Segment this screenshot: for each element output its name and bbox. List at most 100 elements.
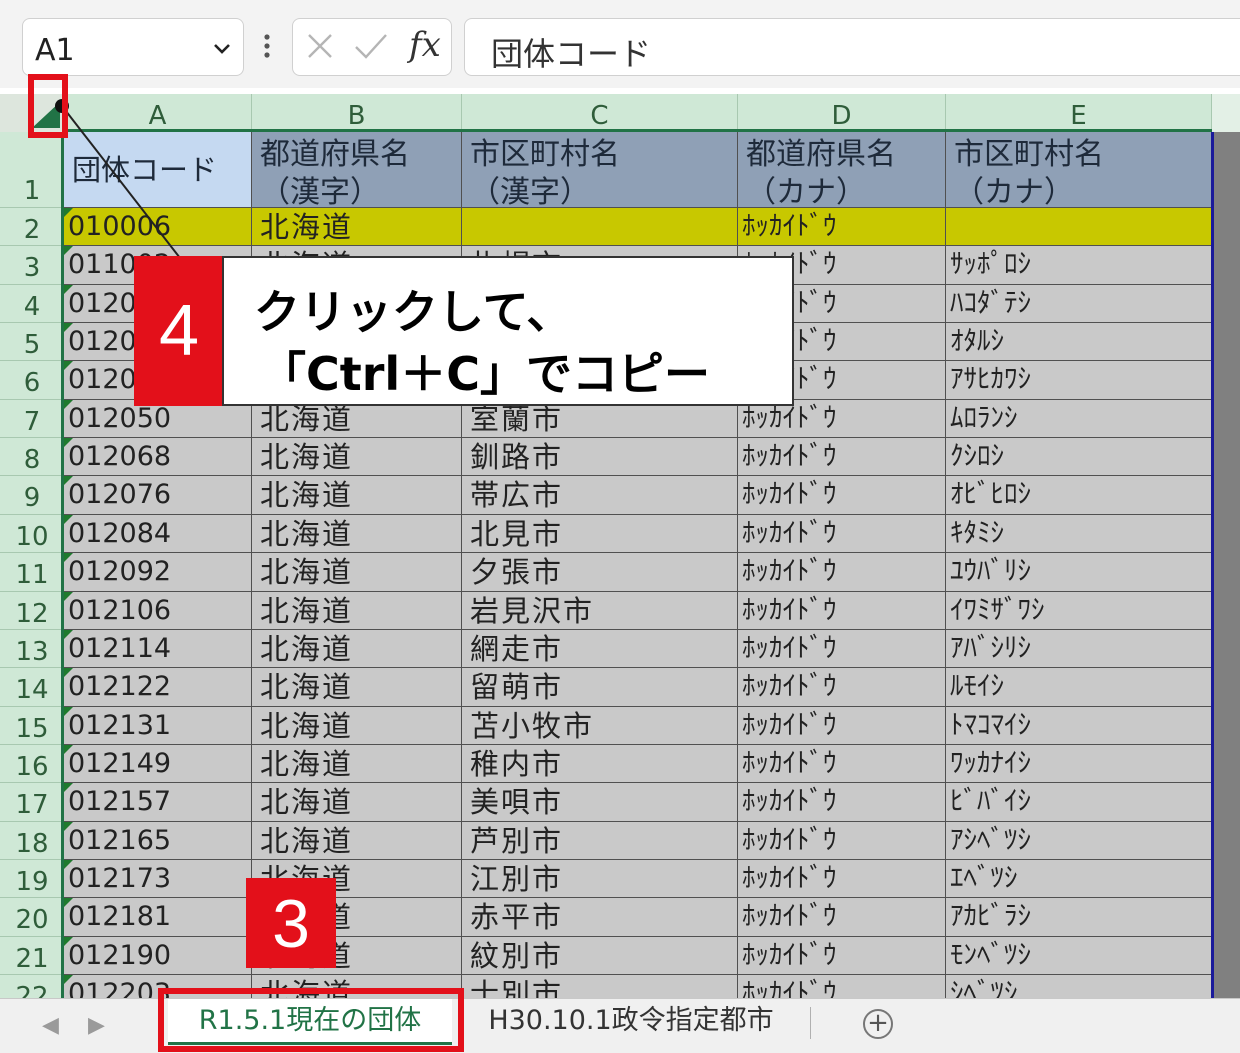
cell-b1[interactable]: 都道府県名 （漢字）	[252, 132, 462, 208]
formula-input[interactable]: 団体コード	[464, 18, 1240, 76]
cell-d[interactable]: ﾎｯｶｲﾄﾞｳ	[738, 476, 946, 515]
chevron-down-icon[interactable]	[211, 37, 233, 59]
cell-c[interactable]: 美唄市	[462, 783, 738, 822]
row-header[interactable]: 3	[0, 246, 64, 285]
row-header[interactable]: 18	[0, 822, 64, 860]
row-header-1[interactable]: 1	[0, 132, 64, 208]
row-header[interactable]: 19	[0, 860, 64, 898]
cell-e[interactable]: ﾓﾝﾍﾞﾂｼ	[946, 937, 1212, 975]
cell-e[interactable]: ｻｯﾎﾟﾛｼ	[946, 246, 1212, 285]
cell-e[interactable]: ｱｶﾋﾞﾗｼ	[946, 898, 1212, 937]
cell-a1[interactable]: 団体コード	[64, 132, 252, 208]
tab-scroll-left-icon[interactable]: ◀	[42, 1013, 59, 1038]
cell-c[interactable]: 赤平市	[462, 898, 738, 937]
cell-e[interactable]: ﾜｯｶﾅｲｼ	[946, 745, 1212, 783]
cell-d[interactable]: ﾎｯｶｲﾄﾞｳ	[738, 783, 946, 822]
cell-a[interactable]: 012092	[64, 553, 252, 592]
column-header-c[interactable]: C	[462, 94, 738, 132]
cell-e[interactable]: ｸｼﾛｼ	[946, 438, 1212, 476]
cell-e[interactable]: ﾕｳﾊﾞﾘｼ	[946, 553, 1212, 592]
row-header[interactable]: 14	[0, 668, 64, 707]
cell-d[interactable]: ﾎｯｶｲﾄﾞｳ	[738, 822, 946, 860]
cell-c1[interactable]: 市区町村名 （漢字）	[462, 132, 738, 208]
row-header[interactable]: 5	[0, 323, 64, 361]
cell-a[interactable]: 012190	[64, 937, 252, 975]
row-header[interactable]: 20	[0, 898, 64, 937]
cell-d[interactable]: ﾎｯｶｲﾄﾞｳ	[738, 745, 946, 783]
cell-b[interactable]: 北海道	[252, 745, 462, 783]
cell-a[interactable]: 012122	[64, 668, 252, 707]
cell-c[interactable]: 北見市	[462, 515, 738, 553]
cell-c[interactable]: 釧路市	[462, 438, 738, 476]
name-box[interactable]: A1	[22, 18, 244, 76]
row-header[interactable]: 13	[0, 630, 64, 668]
cell-c[interactable]	[462, 208, 738, 246]
cell-e[interactable]: ﾑﾛﾗﾝｼ	[946, 400, 1212, 438]
cell-a[interactable]: 012068	[64, 438, 252, 476]
cell-c[interactable]: 紋別市	[462, 937, 738, 975]
insert-function-button[interactable]: fx	[409, 25, 441, 65]
cell-c[interactable]: 稚内市	[462, 745, 738, 783]
row-header[interactable]: 21	[0, 937, 64, 975]
cell-d[interactable]: ﾎｯｶｲﾄﾞｳ	[738, 707, 946, 745]
sheet-tab-h30-10-1[interactable]: H30.10.1政令指定都市	[466, 999, 796, 1045]
cell-a[interactable]: 012165	[64, 822, 252, 860]
cell-a[interactable]: 012076	[64, 476, 252, 515]
cell-a[interactable]: 012114	[64, 630, 252, 668]
row-header[interactable]: 9	[0, 476, 64, 515]
cell-e[interactable]: ﾊｺﾀﾞﾃｼ	[946, 285, 1212, 323]
cell-c[interactable]: 留萌市	[462, 668, 738, 707]
cell-b[interactable]: 北海道	[252, 592, 462, 630]
cell-d[interactable]: ﾎｯｶｲﾄﾞｳ	[738, 860, 946, 898]
row-header[interactable]: 17	[0, 783, 64, 822]
cell-d[interactable]: ﾎｯｶｲﾄﾞｳ	[738, 208, 946, 246]
cell-d[interactable]: ﾎｯｶｲﾄﾞｳ	[738, 937, 946, 975]
row-header[interactable]: 6	[0, 361, 64, 400]
cell-d[interactable]: ﾎｯｶｲﾄﾞｳ	[738, 630, 946, 668]
cell-c[interactable]: 苫小牧市	[462, 707, 738, 745]
cell-d[interactable]: ﾎｯｶｲﾄﾞｳ	[738, 898, 946, 937]
cell-b[interactable]: 北海道	[252, 208, 462, 246]
enter-check-icon[interactable]	[353, 31, 389, 61]
add-sheet-icon[interactable]: +	[863, 1009, 893, 1039]
row-header[interactable]: 7	[0, 400, 64, 438]
row-header[interactable]: 8	[0, 438, 64, 476]
column-header-a[interactable]: A	[64, 94, 252, 132]
cancel-icon[interactable]	[305, 31, 335, 61]
cell-d[interactable]: ﾎｯｶｲﾄﾞｳ	[738, 438, 946, 476]
cell-c[interactable]: 岩見沢市	[462, 592, 738, 630]
cell-c[interactable]: 帯広市	[462, 476, 738, 515]
cell-e[interactable]: ｵﾋﾞﾋﾛｼ	[946, 476, 1212, 515]
cell-d[interactable]: ﾎｯｶｲﾄﾞｳ	[738, 515, 946, 553]
cell-b[interactable]: 北海道	[252, 707, 462, 745]
cell-e[interactable]: ﾄﾏｺﾏｲｼ	[946, 707, 1212, 745]
cell-e[interactable]: ｱｻﾋｶﾜｼ	[946, 361, 1212, 400]
cell-d1[interactable]: 都道府県名 （カナ）	[738, 132, 946, 208]
cell-e[interactable]: ﾙﾓｲｼ	[946, 668, 1212, 707]
row-header[interactable]: 16	[0, 745, 64, 783]
cell-e[interactable]: ｱｼﾍﾞﾂｼ	[946, 822, 1212, 860]
cell-c[interactable]: 夕張市	[462, 553, 738, 592]
cell-e[interactable]: ｵﾀﾙｼ	[946, 323, 1212, 361]
cell-b[interactable]: 北海道	[252, 668, 462, 707]
tab-scroll-right-icon[interactable]: ▶	[88, 1013, 105, 1038]
cell-e[interactable]	[946, 208, 1212, 246]
cell-d[interactable]: ﾎｯｶｲﾄﾞｳ	[738, 553, 946, 592]
cell-a[interactable]: 012181	[64, 898, 252, 937]
cell-a[interactable]: 012173	[64, 860, 252, 898]
cell-a[interactable]: 012084	[64, 515, 252, 553]
cell-a[interactable]: 012157	[64, 783, 252, 822]
cell-e[interactable]: ｱﾊﾞｼﾘｼ	[946, 630, 1212, 668]
cell-a[interactable]: 012131	[64, 707, 252, 745]
cell-e1[interactable]: 市区町村名 （カナ）	[946, 132, 1212, 208]
cell-e[interactable]: ｴﾍﾞﾂｼ	[946, 860, 1212, 898]
cell-e[interactable]: ｷﾀﾐｼ	[946, 515, 1212, 553]
row-header[interactable]: 4	[0, 285, 64, 323]
cell-c[interactable]: 芦別市	[462, 822, 738, 860]
row-header[interactable]: 11	[0, 553, 64, 592]
row-header[interactable]: 2	[0, 208, 64, 246]
cell-b[interactable]: 北海道	[252, 783, 462, 822]
cell-c[interactable]: 網走市	[462, 630, 738, 668]
row-header[interactable]: 15	[0, 707, 64, 745]
cell-e[interactable]: ｲﾜﾐｻﾞﾜｼ	[946, 592, 1212, 630]
